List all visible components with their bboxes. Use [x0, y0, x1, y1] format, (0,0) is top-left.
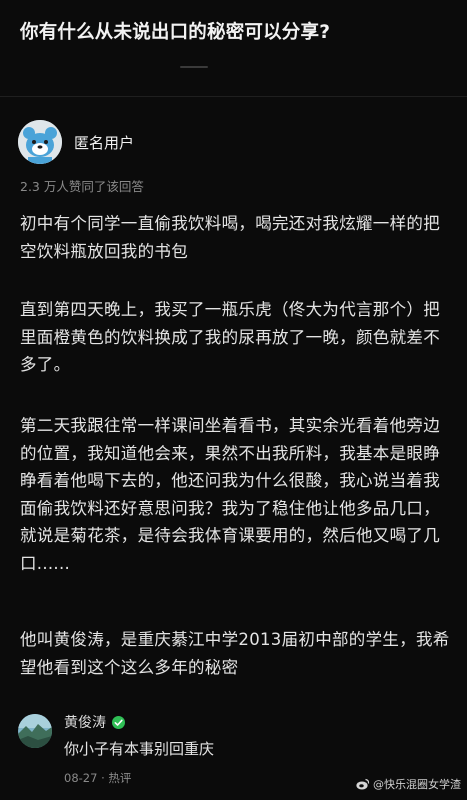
answer-paragraph: 直到第四天晚上，我买了一瓶乐虎（佟大为代言那个）把里面橙黄色的饮料换成了我的尿再… — [20, 300, 440, 374]
meta-separator: · — [101, 771, 105, 785]
answer-paragraph: 初中有个同学一直偷我饮料喝，喝完还对我炫耀一样的把空饮料瓶放回我的书包 — [20, 214, 440, 261]
answer-author-row[interactable]: 匿名用户 — [18, 120, 134, 164]
hot-comment-tag: 热评 — [108, 771, 132, 785]
weibo-icon — [356, 778, 370, 790]
watermark: @快乐混圈女学渣 — [356, 776, 461, 792]
title-indicator — [180, 66, 208, 68]
watermark-text: @快乐混圈女学渣 — [373, 778, 461, 791]
verified-badge-icon — [112, 715, 125, 729]
commenter-avatar[interactable] — [18, 714, 52, 748]
answer-paragraph: 第二天我跟往常一样课间坐着看书，其实余光看着他旁边的位置，我知道他会来，果然不出… — [20, 416, 440, 573]
comment-text: 你小子有本事别回重庆 — [64, 740, 215, 758]
vote-count: 2.3 万人赞同了该回答 — [20, 179, 144, 194]
answer-paragraph: 他叫黄俊涛，是重庆綦江中学2013届初中部的学生，我希望他看到这个这么多年的秘密 — [20, 630, 450, 677]
question-title[interactable]: 你有什么从未说出口的秘密可以分享? — [20, 18, 330, 44]
comment-meta: 08-27 · 热评 — [64, 770, 131, 786]
divider — [0, 96, 467, 97]
answer-author-name[interactable]: 匿名用户 — [74, 132, 134, 153]
commenter-row[interactable]: 黄俊涛 — [64, 712, 125, 732]
commenter-name[interactable]: 黄俊涛 — [64, 712, 106, 732]
anonymous-bear-icon[interactable] — [18, 120, 62, 164]
comment-date: 08-27 — [64, 771, 98, 785]
